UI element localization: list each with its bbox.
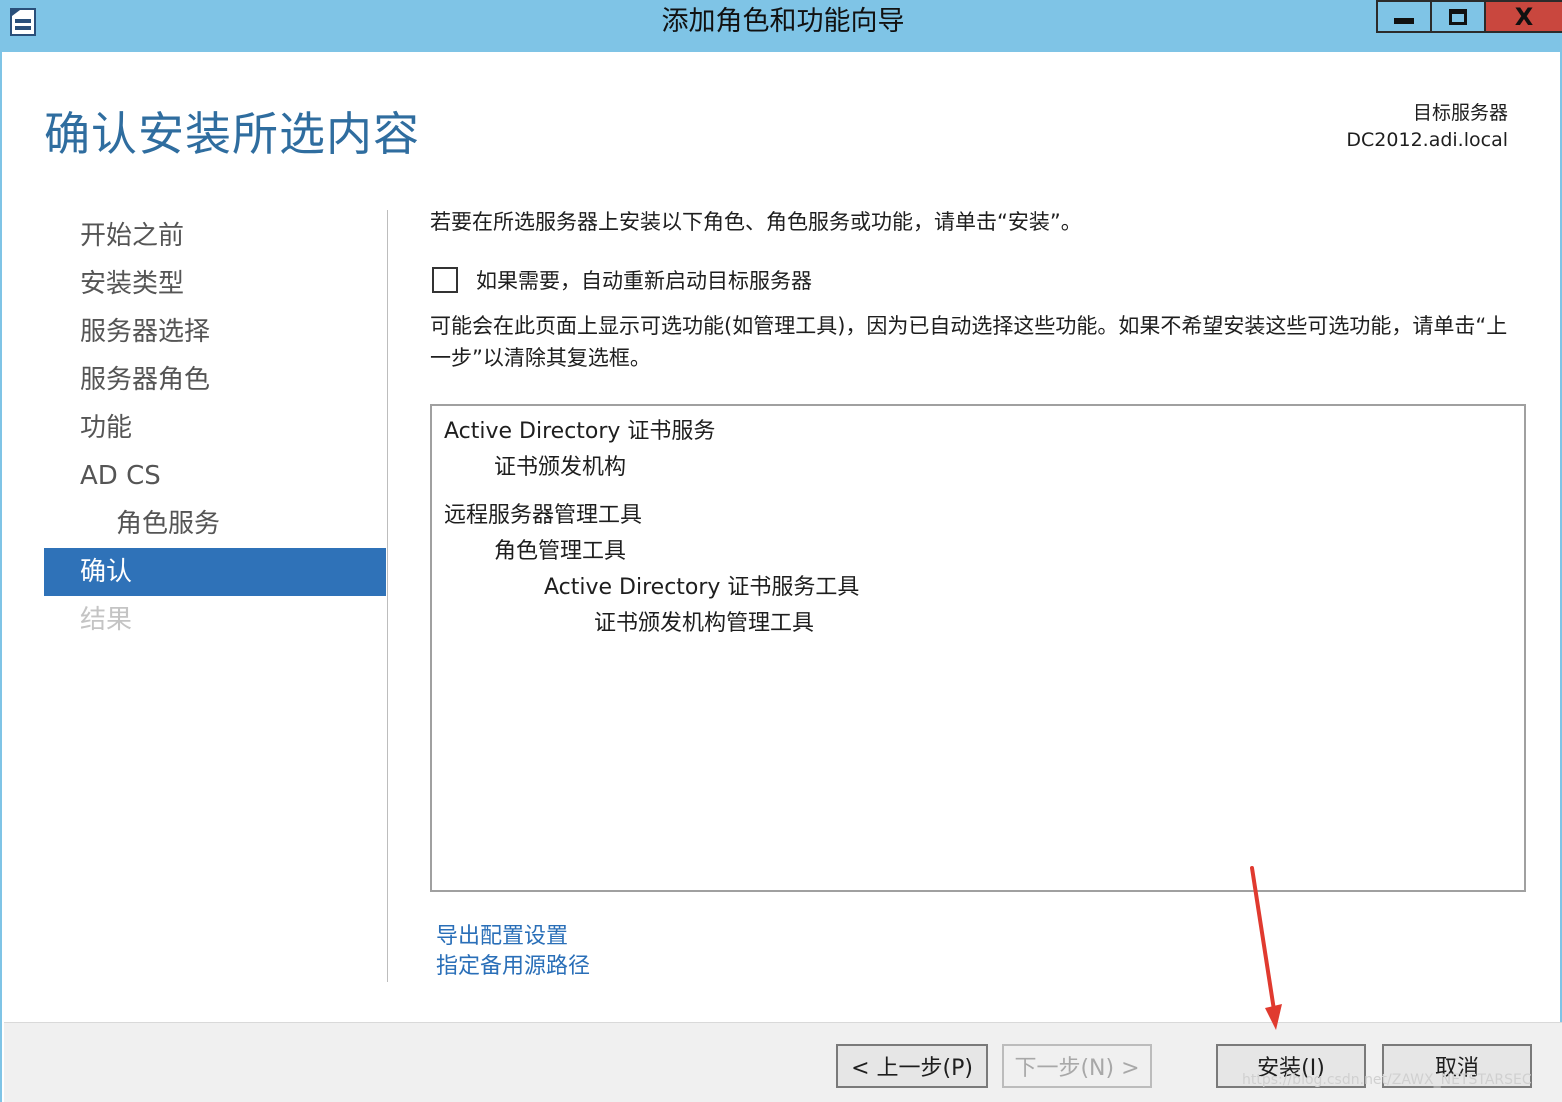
- red-arrow-annotation: [1250, 866, 1282, 1030]
- wizard-nav: 开始之前 安装类型 服务器选择 服务器角色 功能 AD CS 角色服务 确认 结…: [44, 212, 386, 644]
- list-gap: [432, 486, 1524, 498]
- watermark-text: https://blog.csdn.net/ZAWX_NETSTARSEC: [1242, 1072, 1532, 1088]
- nav-divider: [387, 210, 388, 982]
- target-server-info: 目标服务器 DC2012.adi.local: [1346, 100, 1508, 154]
- previous-button[interactable]: < 上一步(P): [836, 1044, 988, 1088]
- maximize-button[interactable]: [1430, 0, 1484, 33]
- window-controls: X: [1376, 0, 1562, 33]
- nav-item-results: 结果: [80, 605, 133, 635]
- page-title: 确认安装所选内容: [44, 107, 420, 161]
- list-item: 证书颁发机构管理工具: [594, 611, 815, 636]
- selection-list[interactable]: Active Directory 证书服务 证书颁发机构 远程服务器管理工具 角…: [430, 404, 1526, 892]
- nav-item-features[interactable]: 功能: [44, 404, 386, 452]
- window-title: 添加角色和功能向导: [661, 6, 905, 37]
- list-item: 证书颁发机构: [494, 455, 627, 480]
- next-button: 下一步(N) >: [1002, 1044, 1152, 1088]
- nav-item-server-roles[interactable]: 服务器角色: [44, 356, 386, 404]
- nav-item-confirmation[interactable]: 确认: [44, 548, 386, 596]
- list-item: Active Directory 证书服务: [444, 419, 716, 444]
- target-server-name: DC2012.adi.local: [1346, 129, 1508, 151]
- maximize-icon: [1449, 8, 1467, 25]
- minimize-button[interactable]: [1376, 0, 1430, 33]
- nav-item-server-selection[interactable]: 服务器选择: [44, 308, 386, 356]
- optional-features-note: 可能会在此页面上显示可选功能(如管理工具)，因为已自动选择这些功能。如果不希望安…: [430, 314, 1508, 370]
- wizard-window: 添加角色和功能向导 X 确认安装所选内容 目标服务器 DC2012.adi.lo…: [0, 0, 1562, 1102]
- close-icon: X: [1514, 2, 1534, 31]
- restart-checkbox[interactable]: [432, 267, 458, 293]
- title-bar[interactable]: 添加角色和功能向导 X: [2, 0, 1562, 52]
- nav-item-before-you-begin[interactable]: 开始之前: [44, 212, 386, 260]
- nav-item-role-services[interactable]: 角色服务: [44, 500, 386, 548]
- config-links: 导出配置设置 指定备用源路径: [436, 922, 590, 982]
- list-item: Active Directory 证书服务工具: [544, 575, 860, 600]
- restart-option[interactable]: 如果需要，自动重新启动目标服务器: [432, 265, 812, 295]
- alternate-source-link[interactable]: 指定备用源路径: [436, 952, 590, 982]
- export-config-link[interactable]: 导出配置设置: [436, 922, 590, 952]
- intro-text: 若要在所选服务器上安装以下角色、角色服务或功能，请单击“安装”。: [430, 210, 1082, 234]
- minimize-icon: [1394, 17, 1414, 24]
- close-button[interactable]: X: [1484, 0, 1562, 33]
- nav-item-ad-cs[interactable]: AD CS: [44, 452, 386, 500]
- nav-item-installation-type[interactable]: 安装类型: [44, 260, 386, 308]
- list-item: 角色管理工具: [494, 539, 627, 564]
- list-item: 远程服务器管理工具: [444, 503, 643, 528]
- target-server-label: 目标服务器: [1412, 102, 1508, 124]
- restart-label[interactable]: 如果需要，自动重新启动目标服务器: [476, 265, 812, 295]
